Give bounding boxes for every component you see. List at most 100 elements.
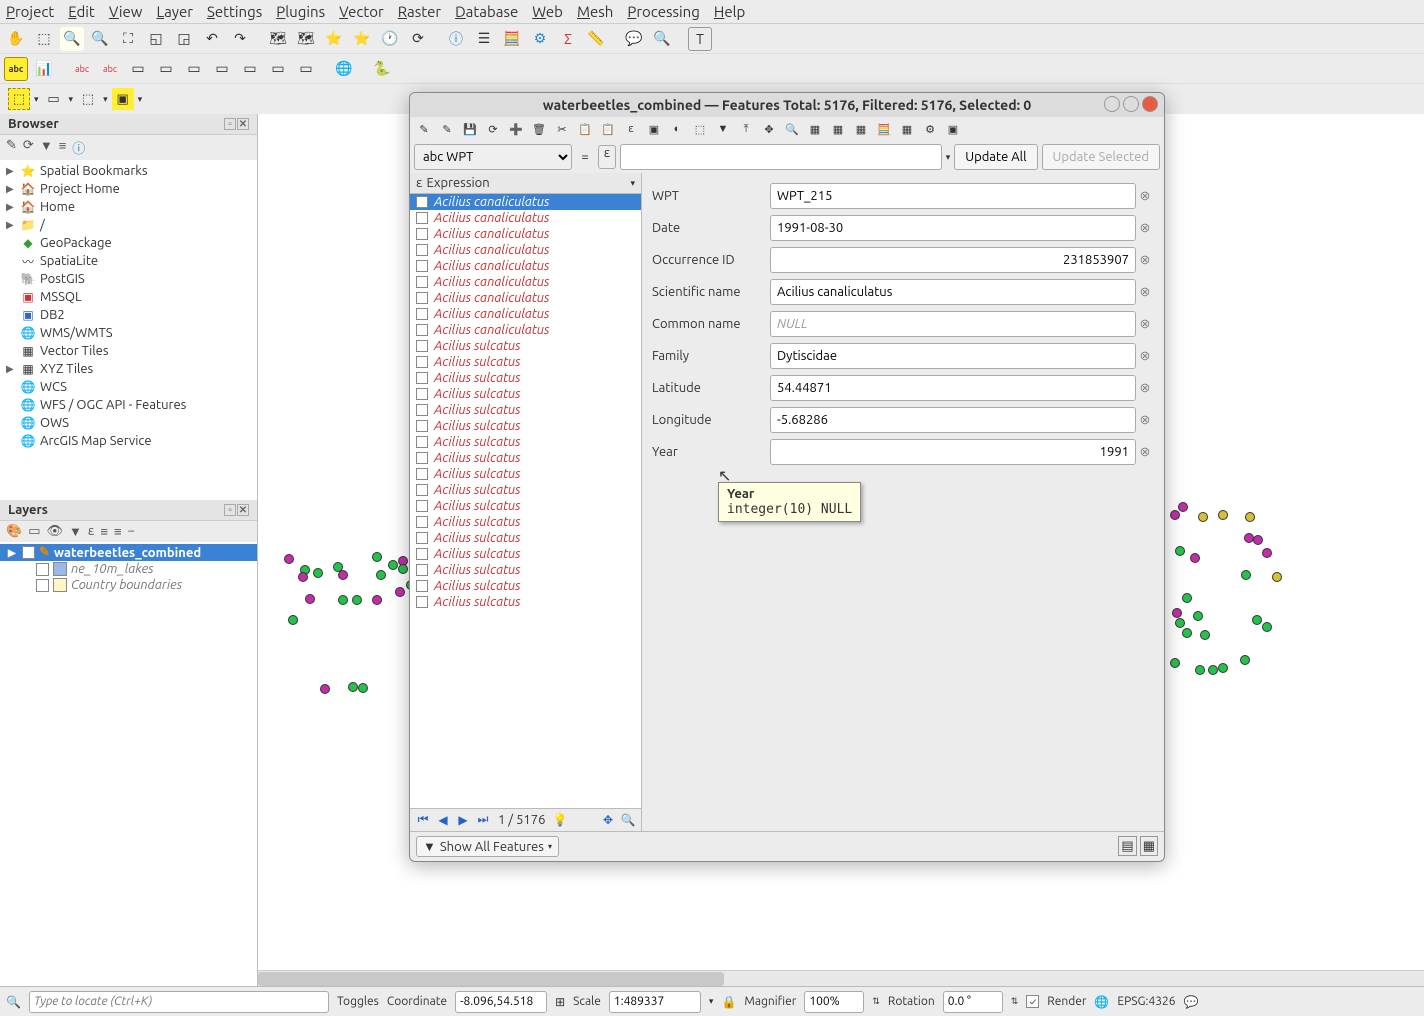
select-all-icon[interactable]: ▣ <box>644 119 664 139</box>
menu-plugins[interactable]: Plugins <box>276 3 325 20</box>
menu-settings[interactable]: Settings <box>207 3 262 20</box>
map-point[interactable] <box>1170 658 1180 668</box>
layer-style-icon[interactable]: 🎨 <box>6 524 22 539</box>
browser-item[interactable]: ▶🏠Project Home <box>0 180 257 198</box>
layer-expand-icon[interactable]: ≡ <box>100 524 108 539</box>
add-feature-icon[interactable]: ➕ <box>506 119 526 139</box>
zoom-full-icon[interactable]: ⛶ <box>116 27 140 51</box>
messages-icon[interactable]: 💬 <box>1184 995 1199 1009</box>
zoom-last-icon[interactable]: ↶ <box>200 27 224 51</box>
map-point[interactable] <box>288 615 298 625</box>
identify-icon[interactable]: ⓘ <box>444 27 468 51</box>
browser-item[interactable]: ▶🏠Home <box>0 198 257 216</box>
expression-builder-icon[interactable]: ε <box>598 145 616 169</box>
locate-icon[interactable]: 🔍 <box>6 995 21 1009</box>
clear-icon[interactable]: ⊗ <box>1136 381 1154 396</box>
map-point[interactable] <box>1175 618 1185 628</box>
window-minimize-icon[interactable] <box>1104 96 1120 112</box>
select-all-icon[interactable]: ▣ <box>112 88 134 110</box>
feature-row[interactable]: Acilius canaliculatus <box>410 258 641 274</box>
copy-icon[interactable]: 📋 <box>575 119 595 139</box>
new-field-icon[interactable]: ▦ <box>805 119 825 139</box>
layer-remove-icon[interactable]: − <box>128 524 135 539</box>
highlight-icon[interactable]: 💡 <box>551 811 569 829</box>
feature-row[interactable]: Acilius sulcatus <box>410 498 641 514</box>
map-point[interactable] <box>1170 510 1180 520</box>
map-point[interactable] <box>1245 512 1255 522</box>
browser-item[interactable]: ▣DB2 <box>0 306 257 324</box>
reload-icon[interactable]: ⟳ <box>483 119 503 139</box>
label-tool9-icon[interactable]: ▭ <box>294 57 318 81</box>
feature-row[interactable]: Acilius canaliculatus <box>410 242 641 258</box>
zoom-out-icon[interactable]: 🔍 <box>88 27 112 51</box>
feature-list[interactable]: Acilius canaliculatusAcilius canaliculat… <box>410 194 641 808</box>
zoom-sel-icon[interactable]: ◱ <box>144 27 168 51</box>
filter-sel-icon[interactable]: ▼ <box>713 119 733 139</box>
nav-prev-icon[interactable]: ◀ <box>434 811 452 829</box>
organize-icon[interactable]: ▦ <box>851 119 871 139</box>
map-point[interactable] <box>348 682 358 692</box>
menu-help[interactable]: Help <box>714 3 745 20</box>
menu-view[interactable]: View <box>109 3 143 20</box>
map-point[interactable] <box>1178 502 1188 512</box>
layer-item[interactable]: ne_10m_lakes <box>0 561 257 577</box>
map-point[interactable] <box>1218 663 1228 673</box>
browser-add-icon[interactable]: ✎ <box>6 138 17 157</box>
field-calc-icon[interactable]: 🧮 <box>500 27 524 51</box>
feature-row[interactable]: Acilius sulcatus <box>410 386 641 402</box>
menubar[interactable]: ProjectEditViewLayerSettingsPluginsVecto… <box>0 0 1424 24</box>
field-date[interactable] <box>770 215 1136 241</box>
layer-expr-icon[interactable]: ε <box>88 524 95 539</box>
menu-project[interactable]: Project <box>6 3 54 20</box>
auto-pan-icon[interactable]: ✥ <box>599 811 617 829</box>
bookmark2-icon[interactable]: ⭐ <box>350 27 374 51</box>
form-view-icon[interactable]: ▤ <box>1118 836 1136 856</box>
dock-icon[interactable]: ▣ <box>943 119 963 139</box>
attributes-icon[interactable]: ☰ <box>472 27 496 51</box>
pan-sel-icon[interactable]: ✥ <box>759 119 779 139</box>
map-point[interactable] <box>305 594 315 604</box>
panel-undock-icon[interactable]: ▫ <box>224 504 236 516</box>
measure-icon[interactable]: 📏 <box>584 27 608 51</box>
multiedit-icon[interactable]: ✎ <box>437 119 457 139</box>
map-point[interactable] <box>395 587 405 597</box>
clear-icon[interactable]: ⊗ <box>1136 349 1154 364</box>
map-point[interactable] <box>338 570 348 580</box>
map-point[interactable] <box>1252 615 1262 625</box>
feature-row[interactable]: Acilius canaliculatus <box>410 274 641 290</box>
clear-icon[interactable]: ⊗ <box>1136 189 1154 204</box>
map-icon[interactable]: 🗺 <box>294 27 318 51</box>
refresh-icon[interactable]: ⟳ <box>406 27 430 51</box>
render-checkbox[interactable]: ✓ <box>1026 995 1039 1008</box>
feature-row[interactable]: Acilius sulcatus <box>410 370 641 386</box>
window-maximize-icon[interactable] <box>1123 96 1139 112</box>
map-point[interactable] <box>1208 665 1218 675</box>
map-point[interactable] <box>372 552 382 562</box>
coordinate-input[interactable] <box>455 991 547 1013</box>
browser-item[interactable]: 🌐OWS <box>0 414 257 432</box>
browser-item[interactable]: ◆GeoPackage <box>0 234 257 252</box>
map-point[interactable] <box>388 560 398 570</box>
feature-row[interactable]: Acilius sulcatus <box>410 546 641 562</box>
rotation-input[interactable] <box>943 991 1003 1013</box>
window-close-icon[interactable] <box>1142 96 1158 112</box>
map-point[interactable] <box>1272 572 1282 582</box>
browser-item[interactable]: ▣MSSQL <box>0 288 257 306</box>
feature-row[interactable]: Acilius sulcatus <box>410 402 641 418</box>
text-ann-icon[interactable]: T <box>688 27 712 51</box>
browser-tree[interactable]: ▶⭐Spatial Bookmarks▶🏠Project Home▶🏠Home▶… <box>0 160 257 500</box>
map-point[interactable] <box>284 554 294 564</box>
map-point[interactable] <box>352 595 362 605</box>
map-point[interactable] <box>1218 510 1228 520</box>
ann-search-icon[interactable]: 🔍 <box>650 27 674 51</box>
map-point[interactable] <box>1198 512 1208 522</box>
sigma-icon[interactable]: Σ <box>556 27 580 51</box>
map-point[interactable] <box>1200 630 1210 640</box>
menu-database[interactable]: Database <box>455 3 518 20</box>
temporal-icon[interactable]: 🕐 <box>378 27 402 51</box>
browser-item[interactable]: 🌐ArcGIS Map Service <box>0 432 257 450</box>
browser-item[interactable]: ▶📁/ <box>0 216 257 234</box>
label-tool7-icon[interactable]: ▭ <box>238 57 262 81</box>
feature-row[interactable]: Acilius sulcatus <box>410 434 641 450</box>
label-tool4-icon[interactable]: ▭ <box>154 57 178 81</box>
